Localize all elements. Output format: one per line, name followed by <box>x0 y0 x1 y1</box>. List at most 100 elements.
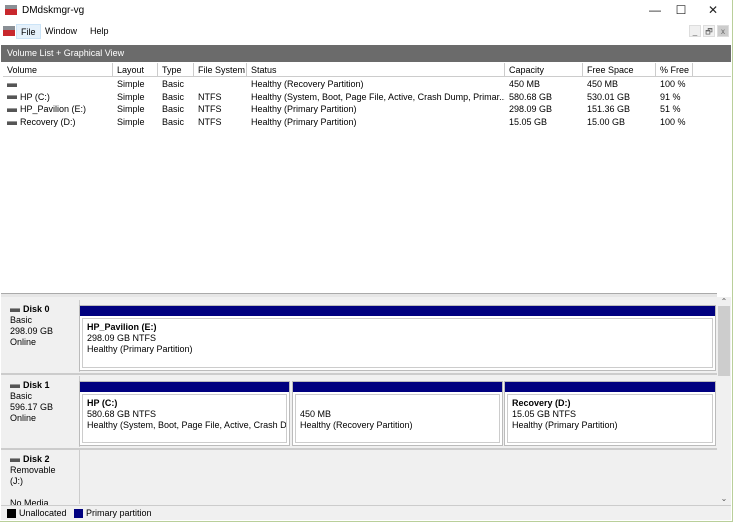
menu-file[interactable]: File <box>16 24 41 39</box>
table-row[interactable]: Recovery (D:) Simple Basic NTFS Healthy (Pri… <box>3 116 731 129</box>
disk-size: 298.09 GB <box>10 326 54 336</box>
title-bar: DMdskmgr-vg — ☐ ✕ <box>0 0 732 22</box>
mdi-app-icon <box>3 26 15 36</box>
partition-name: Recovery (D:) <box>512 398 571 408</box>
drive-icon <box>7 120 17 125</box>
disk-label[interactable]: Disk 0 Basic 298.09 GB Online <box>2 300 80 372</box>
partition-type-bar <box>293 382 502 392</box>
drive-icon <box>7 95 17 100</box>
menu-help[interactable]: Help <box>90 26 109 36</box>
disk-label[interactable]: Disk 1 Basic 596.17 GB Online <box>2 376 80 447</box>
disk-icon <box>10 307 20 312</box>
partition[interactable]: HP_Pavilion (E:) 298.09 GB NTFS Healthy (P… <box>79 305 716 371</box>
partition[interactable]: Recovery (D:) 15.05 GB NTFS Healthy (Prima… <box>504 381 716 446</box>
cell-volume: Recovery (D:) <box>3 116 113 129</box>
cell-text: Basic <box>162 79 185 89</box>
col-layout[interactable]: Layout <box>113 63 158 77</box>
disk-name: Disk 0 <box>10 304 71 315</box>
partition-status: Healthy (Recovery Partition) <box>300 420 413 430</box>
menu-bar: File Window Help <box>0 22 732 40</box>
cell-free: 151.36 GB <box>583 103 656 116</box>
col-free-space[interactable]: Free Space <box>583 63 656 77</box>
cell-capacity: 298.09 GB <box>505 103 583 116</box>
cell-text: 450 MB <box>587 79 619 89</box>
partition[interactable]: HP (C:) 580.68 GB NTFS Healthy (System, Bo… <box>79 381 290 446</box>
partition-name: HP (C:) <box>87 398 118 408</box>
table-row[interactable]: HP (C:) Simple Basic NTFS Healthy (System, B… <box>3 91 731 104</box>
cell-text: 151.36 GB <box>587 104 631 115</box>
cell-layout: Simple <box>113 103 158 116</box>
unallocated-swatch <box>7 509 16 519</box>
cell-pct: 91 % <box>656 91 696 104</box>
cell-free: 530.01 GB <box>583 91 656 104</box>
cell-text: 450 MB <box>509 79 541 89</box>
partition-status: Healthy (System, Boot, Page File, Active… <box>87 420 287 430</box>
disk-label[interactable]: Disk 2 Removable (J:) No Media <box>2 450 80 508</box>
drive-icon <box>7 82 17 87</box>
cell-layout: Simple <box>113 116 158 129</box>
table-row[interactable]: Simple Basic Healthy (Recovery Partition) 4… <box>3 78 731 91</box>
disk-icon <box>10 383 20 388</box>
cell-fs: NTFS <box>194 91 247 104</box>
table-row[interactable]: HP_Pavilion (E:) Simple Basic NTFS Healthy (… <box>3 103 731 116</box>
col-file-system[interactable]: File System <box>194 63 247 77</box>
disk-name: Disk 1 <box>10 380 71 391</box>
disk-type: Basic <box>10 315 33 325</box>
vertical-scrollbar[interactable]: ⌃ ⌄ <box>717 297 731 505</box>
cell-type: Basic <box>158 78 194 91</box>
cell-fs: NTFS <box>194 103 247 116</box>
cell-text: Healthy (Recovery Partition) <box>251 79 364 89</box>
col-status[interactable]: Status <box>247 63 505 77</box>
maximize-button[interactable]: ☐ <box>666 3 696 17</box>
menu-window[interactable]: Window <box>45 26 77 36</box>
partition-type-bar <box>80 382 289 392</box>
disk-type: Basic <box>10 391 33 401</box>
cell-fs: NTFS <box>194 116 247 129</box>
col-volume[interactable]: Volume <box>3 63 113 77</box>
cell-status: Healthy (Primary Partition) <box>247 103 505 116</box>
cell-capacity: 15.05 GB <box>505 116 583 129</box>
cell-text: 580.68 GB <box>509 91 553 102</box>
scroll-thumb[interactable] <box>718 306 730 376</box>
cell-text: Basic <box>162 91 185 102</box>
cell-pct: 100 % <box>656 78 696 91</box>
disk-size <box>10 487 71 498</box>
legend: Unallocated Primary partition <box>1 505 731 520</box>
col-capacity[interactable]: Capacity <box>505 63 583 77</box>
cell-pct: 100 % <box>656 116 696 129</box>
cell-text: NTFS <box>198 91 222 102</box>
cell-text: HP_Pavilion (E:) <box>20 104 87 115</box>
cell-text: Recovery (D:) <box>20 117 76 128</box>
drive-icon <box>7 108 17 113</box>
cell-text: Healthy (Primary Partition) <box>251 117 357 128</box>
partition-status: Healthy (Primary Partition) <box>87 344 193 354</box>
partition-type-bar <box>80 306 715 316</box>
mdi-close-button[interactable]: x <box>717 25 729 37</box>
col-pct-free[interactable]: % Free <box>656 63 693 77</box>
cell-free: 15.00 GB <box>583 116 656 129</box>
divider <box>1 448 717 450</box>
cell-volume: HP_Pavilion (E:) <box>3 103 113 116</box>
cell-text: NTFS <box>198 104 222 115</box>
disk-type: Removable (J:) <box>10 465 56 486</box>
disk-state: Online <box>10 337 37 347</box>
cell-text: Healthy (Primary Partition) <box>251 104 357 115</box>
cell-layout: Simple <box>113 91 158 104</box>
cell-status: Healthy (Primary Partition) <box>247 116 505 129</box>
partition-size: 15.05 GB NTFS <box>512 409 577 419</box>
mdi-minimize-button[interactable]: _ <box>689 25 701 37</box>
disk-name: Disk 2 <box>10 454 71 465</box>
mdi-restore-button[interactable]: 🗗 <box>703 25 715 37</box>
col-type[interactable]: Type <box>158 63 194 77</box>
close-button[interactable]: ✕ <box>698 3 728 17</box>
cell-status: Healthy (Recovery Partition) <box>247 78 505 91</box>
scroll-up-icon[interactable]: ⌃ <box>717 297 731 306</box>
cell-type: Basic <box>158 103 194 116</box>
scroll-down-icon[interactable]: ⌄ <box>717 494 731 503</box>
window-title: DMdskmgr-vg <box>22 5 85 16</box>
partition-name <box>300 398 495 409</box>
cell-fs <box>194 78 247 91</box>
partition[interactable]: 450 MB Healthy (Recovery Partition) <box>292 381 503 446</box>
cell-capacity: 450 MB <box>505 78 583 91</box>
cell-text: Basic <box>162 117 185 128</box>
